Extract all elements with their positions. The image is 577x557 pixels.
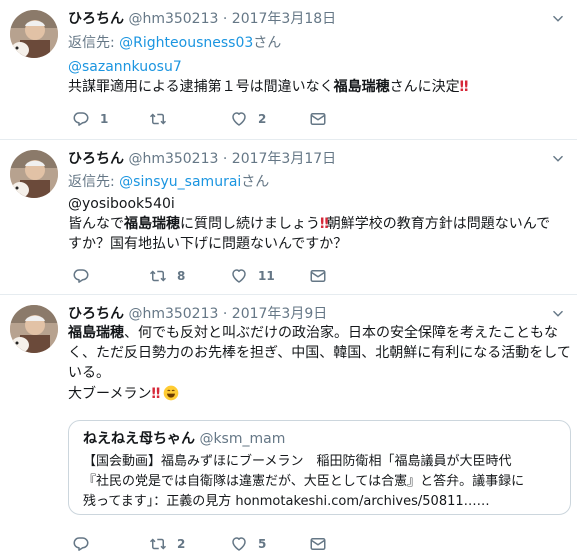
- like-button[interactable]: 2: [230, 110, 266, 128]
- tweet-date[interactable]: 2017年3月17日: [232, 151, 336, 167]
- tweet-header: ひろちん @hm350213 · 2017年3月9日: [68, 305, 327, 323]
- double-exclamation-emoji: ‼: [320, 216, 329, 232]
- quoted-display-name[interactable]: ねえねえ母ちゃん: [83, 431, 195, 447]
- tweet-text-line: いる。: [68, 363, 110, 383]
- tweet-text-line: 皆んなで福島瑞穂に質問し続けましょう‼朝鮮学校の教育方針は問題ないんで: [68, 214, 550, 234]
- like-count: 5: [258, 537, 267, 551]
- text-bold: 福島瑞穂: [68, 325, 124, 341]
- reply-icon: [72, 267, 90, 285]
- smile-emoji-icon: [163, 385, 179, 401]
- tweet[interactable]: ひろちん @hm350213 · 2017年3月9日 福島瑞穂、何でも反対と叫ぶ…: [0, 295, 577, 557]
- like-count: 11: [258, 269, 275, 283]
- mention-link[interactable]: @sazannkuosu7: [68, 59, 182, 75]
- tweet-date[interactable]: 2017年3月18日: [232, 11, 336, 27]
- text-segment: に質問し続けましょう: [180, 216, 320, 232]
- user-handle[interactable]: @hm350213: [128, 151, 218, 167]
- tweet-text-line: 共謀罪適用による逮捕第１号は間違いなく福島瑞穂さんに決定‼: [68, 77, 469, 97]
- reply-context: 返信先: @sinsyu_samuraiさん: [68, 172, 269, 192]
- separator: ·: [222, 11, 228, 27]
- reply-count: 1: [100, 112, 109, 126]
- text-segment: 共謀罪適用による逮捕第１号は間違いなく: [68, 79, 334, 95]
- tweet-text-line: 大ブーメラン‼: [68, 384, 179, 404]
- tweet-text-line: @yosibook540i: [68, 194, 175, 214]
- text-segment: すか？国有地払い下げに問題ないんですか？: [68, 236, 348, 252]
- like-button[interactable]: 11: [230, 267, 275, 285]
- reply-icon: [72, 535, 90, 553]
- display-name[interactable]: ひろちん: [68, 151, 124, 167]
- retweet-button[interactable]: 2: [149, 535, 185, 553]
- double-exclamation-emoji: ‼: [151, 386, 160, 402]
- chevron-down-icon[interactable]: [551, 152, 565, 166]
- like-count: 2: [258, 112, 267, 126]
- separator: ·: [222, 151, 228, 167]
- reply-to-link[interactable]: @sinsyu_samurai: [119, 174, 241, 190]
- double-exclamation-emoji: ‼: [459, 79, 469, 95]
- mention-text[interactable]: @yosibook540i: [68, 196, 175, 212]
- reply-button[interactable]: 1: [72, 110, 108, 128]
- display-name[interactable]: ひろちん: [68, 306, 124, 322]
- quoted-header: ねえねえ母ちゃん @ksm_mam: [83, 429, 285, 449]
- avatar[interactable]: [10, 305, 58, 353]
- envelope-icon: [309, 110, 327, 128]
- reply-button[interactable]: [72, 535, 100, 553]
- retweet-button[interactable]: [149, 110, 177, 128]
- reply-icon: [72, 110, 90, 128]
- avatar[interactable]: [10, 10, 58, 58]
- tweet-text-line: く、ただ反日勢力のお先棒を担ぎ、中国、韓国、北朝鮮に有利になる活動をして: [68, 343, 571, 363]
- tweet-text-line: 福島瑞穂、何でも反対と叫ぶだけの政治家。日本の安全保障を考えたこともな: [68, 323, 558, 343]
- retweet-count: 2: [177, 537, 186, 551]
- text-segment: いる。: [68, 365, 110, 381]
- tweet[interactable]: ひろちん @hm350213 · 2017年3月17日 返信先: @sinsyu…: [0, 140, 577, 295]
- user-handle[interactable]: @hm350213: [128, 11, 218, 27]
- text-segment: 皆んなで: [68, 216, 124, 232]
- dm-button[interactable]: [309, 110, 337, 128]
- reply-to-link[interactable]: @Righteousness03: [119, 35, 253, 51]
- reply-suffix: さん: [241, 174, 270, 190]
- reply-button[interactable]: [72, 267, 100, 285]
- reply-prefix: 返信先:: [68, 35, 115, 51]
- tweet-text-line: すか？国有地払い下げに問題ないんですか？: [68, 234, 347, 254]
- separator: ·: [222, 306, 228, 322]
- tweet-date[interactable]: 2017年3月9日: [232, 306, 327, 322]
- retweet-icon: [149, 110, 167, 128]
- quoted-handle[interactable]: @ksm_mam: [199, 431, 285, 447]
- text-segment: 朝鮮学校の教育方針は問題ないんで: [326, 216, 551, 232]
- retweet-count: 8: [177, 269, 186, 283]
- avatar[interactable]: [10, 150, 58, 198]
- tweet-header: ひろちん @hm350213 · 2017年3月17日: [68, 150, 336, 168]
- display-name[interactable]: ひろちん: [68, 11, 124, 27]
- text-segment: さんに決定: [389, 79, 460, 95]
- chevron-down-icon[interactable]: [551, 12, 565, 26]
- text-segment: 大ブーメラン: [68, 386, 152, 402]
- quoted-tweet[interactable]: ねえねえ母ちゃん @ksm_mam 【国会動画】福島みずほにブーメラン 稲田防衛…: [68, 420, 571, 515]
- user-handle[interactable]: @hm350213: [128, 306, 218, 322]
- tweet-header: ひろちん @hm350213 · 2017年3月18日: [68, 10, 336, 28]
- text-segment: 、何でも反対と叫ぶだけの政治家。日本の安全保障を考えたこともな: [124, 325, 558, 341]
- chevron-down-icon[interactable]: [551, 307, 565, 321]
- quoted-text-line: 残ってます」：正義の見方 honmotakeshi.com/archives/5…: [83, 494, 490, 509]
- tweet[interactable]: ひろちん @hm350213 · 2017年3月18日 返信先: @Righte…: [0, 0, 577, 140]
- text-bold: 福島瑞穂: [124, 216, 180, 232]
- reply-context: 返信先: @Righteousness03さん: [68, 33, 281, 53]
- text-bold: 福島瑞穂: [333, 79, 390, 95]
- envelope-icon: [309, 267, 327, 285]
- reply-prefix: 返信先:: [68, 174, 115, 190]
- heart-icon: [230, 110, 248, 128]
- retweet-button[interactable]: 8: [149, 267, 185, 285]
- text-segment: く、ただ反日勢力のお先棒を担ぎ、中国、韓国、北朝鮮に有利になる活動をして: [68, 345, 571, 361]
- dm-button[interactable]: [309, 267, 337, 285]
- envelope-icon: [309, 535, 327, 553]
- quoted-text-line: 『社民の党是では自衛隊は違憲だが、大臣としては合憲』と答弁。議事録に: [83, 474, 525, 489]
- like-button[interactable]: 5: [230, 535, 266, 553]
- retweet-icon: [149, 535, 167, 553]
- reply-suffix: さん: [253, 35, 282, 51]
- heart-icon: [230, 267, 248, 285]
- quoted-text-line: 【国会動画】福島みずほにブーメラン 稲田防衛相「福島議員が大臣時代: [83, 454, 512, 469]
- retweet-icon: [149, 267, 167, 285]
- tweet-text-line: @sazannkuosu7: [68, 57, 182, 77]
- dm-button[interactable]: [309, 535, 337, 553]
- heart-icon: [230, 535, 248, 553]
